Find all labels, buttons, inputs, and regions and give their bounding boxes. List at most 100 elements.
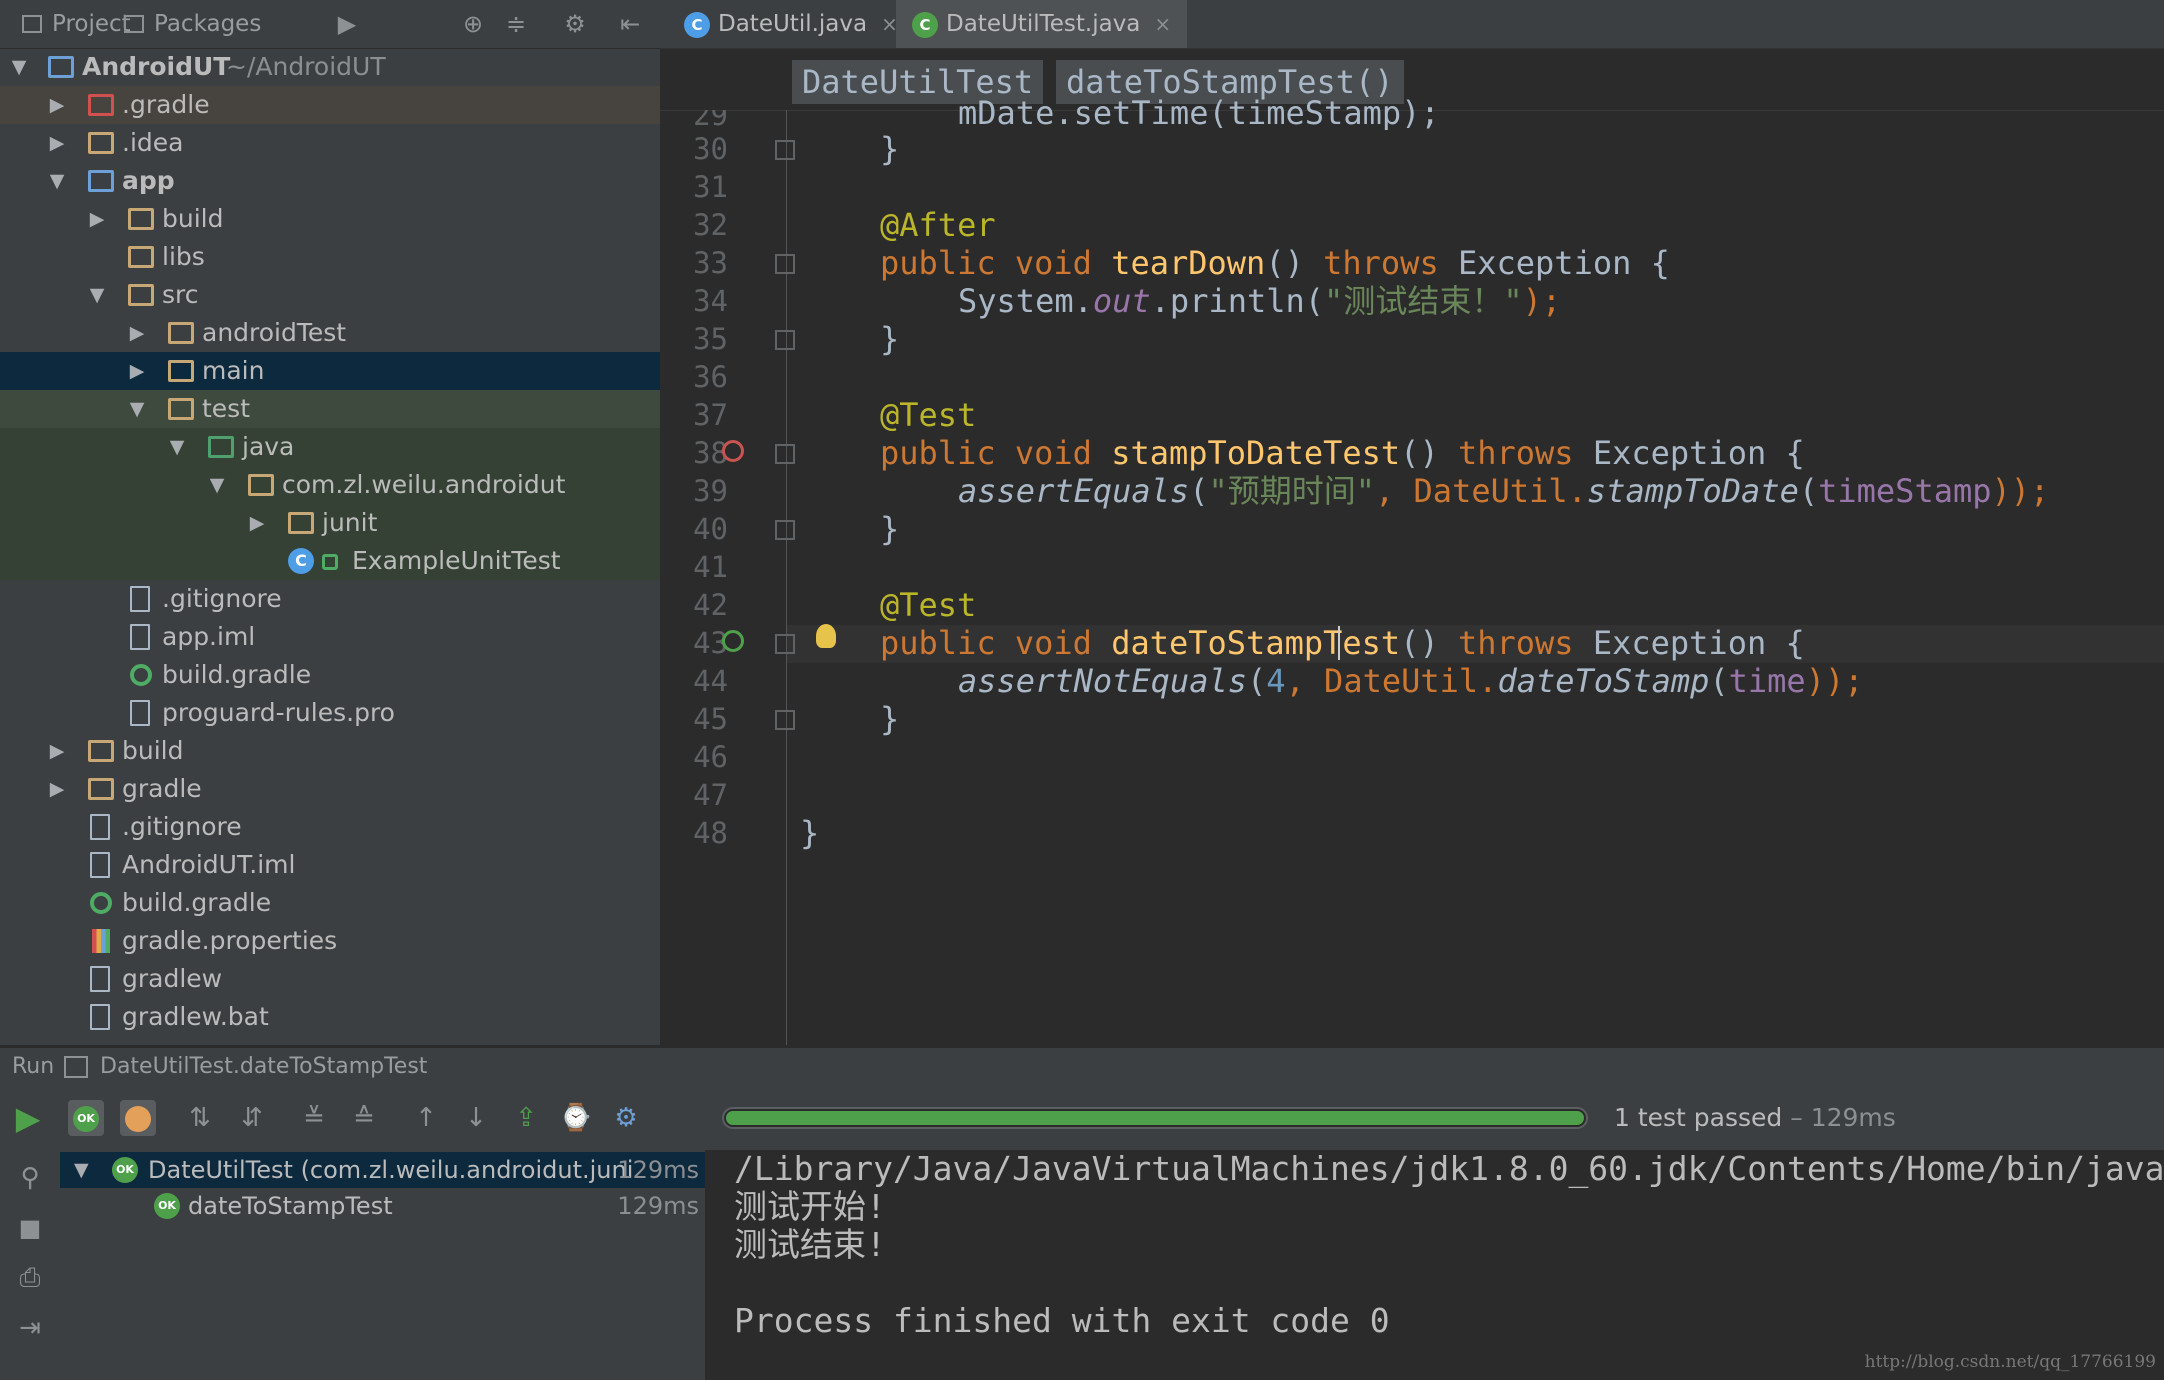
tree-item-root-gradle[interactable]: ▶ gradle [0, 770, 660, 808]
string-literal: "预期时间" [1208, 472, 1375, 510]
ignored-icon [125, 1105, 151, 1132]
tree-item-androidut[interactable]: ▼ AndroidUT ~/AndroidUT [0, 48, 660, 86]
gutter-separator [786, 110, 787, 1045]
tree-item-proguard[interactable]: proguard-rules.pro [0, 694, 660, 732]
tab-project[interactable]: Project [22, 0, 131, 48]
expand-arrow-icon[interactable]: ▼ [6, 48, 32, 86]
tree-item-package[interactable]: ▼ com.zl.weilu.androidut [0, 466, 660, 504]
tree-item-root-build-gradle[interactable]: build.gradle [0, 884, 660, 922]
camera-icon[interactable]: ⎙ [12, 1260, 48, 1296]
expand-arrow-icon[interactable]: ▶ [44, 770, 70, 808]
fold-marker-icon[interactable] [775, 254, 795, 274]
keyword: public void [880, 244, 1112, 282]
fold-marker-icon[interactable] [775, 520, 795, 540]
pin-icon[interactable]: ⚲ [12, 1160, 48, 1196]
code-text: .println( [1150, 282, 1325, 320]
tree-item-label: gradlew.bat [122, 1002, 269, 1031]
test-case-row[interactable]: OK dateToStampTest 129ms [60, 1188, 705, 1224]
expand-arrow-icon[interactable]: ▼ [204, 466, 230, 504]
expand-arrow-icon[interactable]: ▼ [164, 428, 190, 466]
line-number: 34 [693, 284, 728, 318]
test-suite-row[interactable]: ▼ OK DateUtilTest (com.zl.weilu.androidu… [60, 1152, 705, 1188]
expand-arrow-icon[interactable]: ▶ [124, 314, 150, 352]
settings-gear-icon[interactable]: ⚙ [560, 10, 590, 38]
exit-icon[interactable]: ⇥ [12, 1310, 48, 1346]
tree-item-androidut-iml[interactable]: AndroidUT.iml [0, 846, 660, 884]
tree-item-gradlew-bat[interactable]: gradlew.bat [0, 998, 660, 1036]
tree-item-exampleunittest[interactable]: C ExampleUnitTest [0, 542, 660, 580]
tree-item-gradlew[interactable]: gradlew [0, 960, 660, 998]
expand-arrow-icon[interactable]: ▶ [124, 352, 150, 390]
code-line-44: assertNotEquals(4, DateUtil.dateToStamp(… [958, 662, 1863, 700]
export-results-icon[interactable]: ⇪ [508, 1100, 544, 1136]
tree-item-gradle-properties[interactable]: gradle.properties [0, 922, 660, 960]
next-failed-icon[interactable]: ↓ [458, 1100, 494, 1136]
fold-marker-icon[interactable] [775, 140, 795, 160]
rerun-icon[interactable]: ▶ [10, 1100, 46, 1136]
expand-arrow-icon[interactable]: ▶ [44, 86, 70, 124]
module-folder-icon [48, 56, 74, 78]
expand-arrow-icon[interactable]: ▼ [124, 390, 150, 428]
tree-item-label: app [122, 166, 175, 195]
fold-marker-icon[interactable] [775, 634, 795, 654]
fold-marker-icon[interactable] [775, 330, 795, 350]
close-tab-icon[interactable]: × [1154, 12, 1171, 36]
run-config-name[interactable]: DateUtilTest.dateToStampTest [100, 1048, 427, 1086]
sort-alpha-icon[interactable]: ⇅ [182, 1100, 218, 1136]
expand-arrow-icon[interactable]: ▶ [44, 124, 70, 162]
tree-item-root-build[interactable]: ▶ build [0, 732, 660, 770]
expand-arrow-icon[interactable]: ▶ [244, 504, 270, 542]
more-tabs-arrow-icon[interactable]: ▶ [332, 10, 362, 38]
static-call: dateToStamp [1497, 662, 1710, 700]
tree-item-idea[interactable]: ▶ .idea [0, 124, 660, 162]
code-text: Exception { [1573, 434, 1805, 472]
tree-item-main[interactable]: ▶ main [0, 352, 660, 390]
tree-item-label: com.zl.weilu.androidut [282, 470, 566, 499]
code-text: ( [1798, 472, 1819, 510]
tree-item-src[interactable]: ▼ src [0, 276, 660, 314]
tree-item-label: junit [322, 508, 378, 537]
expand-arrow-icon[interactable]: ▶ [84, 200, 110, 238]
intention-bulb-icon[interactable] [816, 624, 836, 648]
show-ignored-toggle[interactable] [120, 1100, 156, 1136]
tree-item-app-build[interactable]: ▶ build [0, 200, 660, 238]
expand-arrow-icon[interactable]: ▼ [44, 162, 70, 200]
tree-item-app-iml[interactable]: app.iml [0, 618, 660, 656]
expand-arrow-icon[interactable]: ▼ [84, 276, 110, 314]
tree-item-app[interactable]: ▼ app [0, 162, 660, 200]
tree-item-java[interactable]: ▼ java [0, 428, 660, 466]
fold-marker-icon[interactable] [775, 710, 795, 730]
stop-icon[interactable]: ■ [12, 1210, 48, 1246]
tab-dateutil-java[interactable]: C DateUtil.java × [674, 0, 908, 48]
run-label: Run [12, 1054, 55, 1079]
tab-dateutiltest-java[interactable]: C DateUtilTest.java × [896, 0, 1188, 48]
show-passed-toggle[interactable]: OK [68, 1100, 104, 1136]
test-history-icon[interactable]: ⌚ [558, 1100, 594, 1136]
tree-item-root-gitignore[interactable]: .gitignore [0, 808, 660, 846]
tree-item-test[interactable]: ▼ test [0, 390, 660, 428]
tree-item-junit[interactable]: ▶ junit [0, 504, 660, 542]
hide-panel-icon[interactable]: ⇤ [615, 10, 645, 38]
tree-item-app-build-gradle[interactable]: build.gradle [0, 656, 660, 694]
expand-arrow-icon[interactable]: ▼ [74, 1152, 89, 1188]
expand-all-icon[interactable]: ≚ [296, 1100, 332, 1136]
locate-icon[interactable]: ⊕ [458, 10, 488, 38]
tab-packages[interactable]: Packages [124, 0, 261, 48]
fold-marker-icon[interactable] [775, 444, 795, 464]
run-test-passed-icon[interactable] [722, 630, 744, 652]
previous-failed-icon[interactable]: ↑ [408, 1100, 444, 1136]
tree-item-libs[interactable]: libs [0, 238, 660, 276]
run-test-failed-icon[interactable] [722, 440, 744, 462]
tree-item-gradle-dir[interactable]: ▶ .gradle [0, 86, 660, 124]
expand-arrow-icon[interactable]: ▶ [44, 732, 70, 770]
sort-duration-icon[interactable]: ⇵ [234, 1100, 270, 1136]
tree-item-androidtest[interactable]: ▶ androidTest [0, 314, 660, 352]
string-literal: "测试结束！" [1324, 282, 1523, 320]
collapse-all-icon[interactable]: ≑ [501, 10, 531, 38]
collapse-all-icon[interactable]: ≙ [346, 1100, 382, 1136]
tree-item-app-gitignore[interactable]: .gitignore [0, 580, 660, 618]
tree-item-label: proguard-rules.pro [162, 698, 395, 727]
settings-gear-icon[interactable]: ⚙ [608, 1100, 644, 1136]
field-ref: time [1728, 662, 1806, 700]
java-class-icon: C [684, 11, 710, 38]
